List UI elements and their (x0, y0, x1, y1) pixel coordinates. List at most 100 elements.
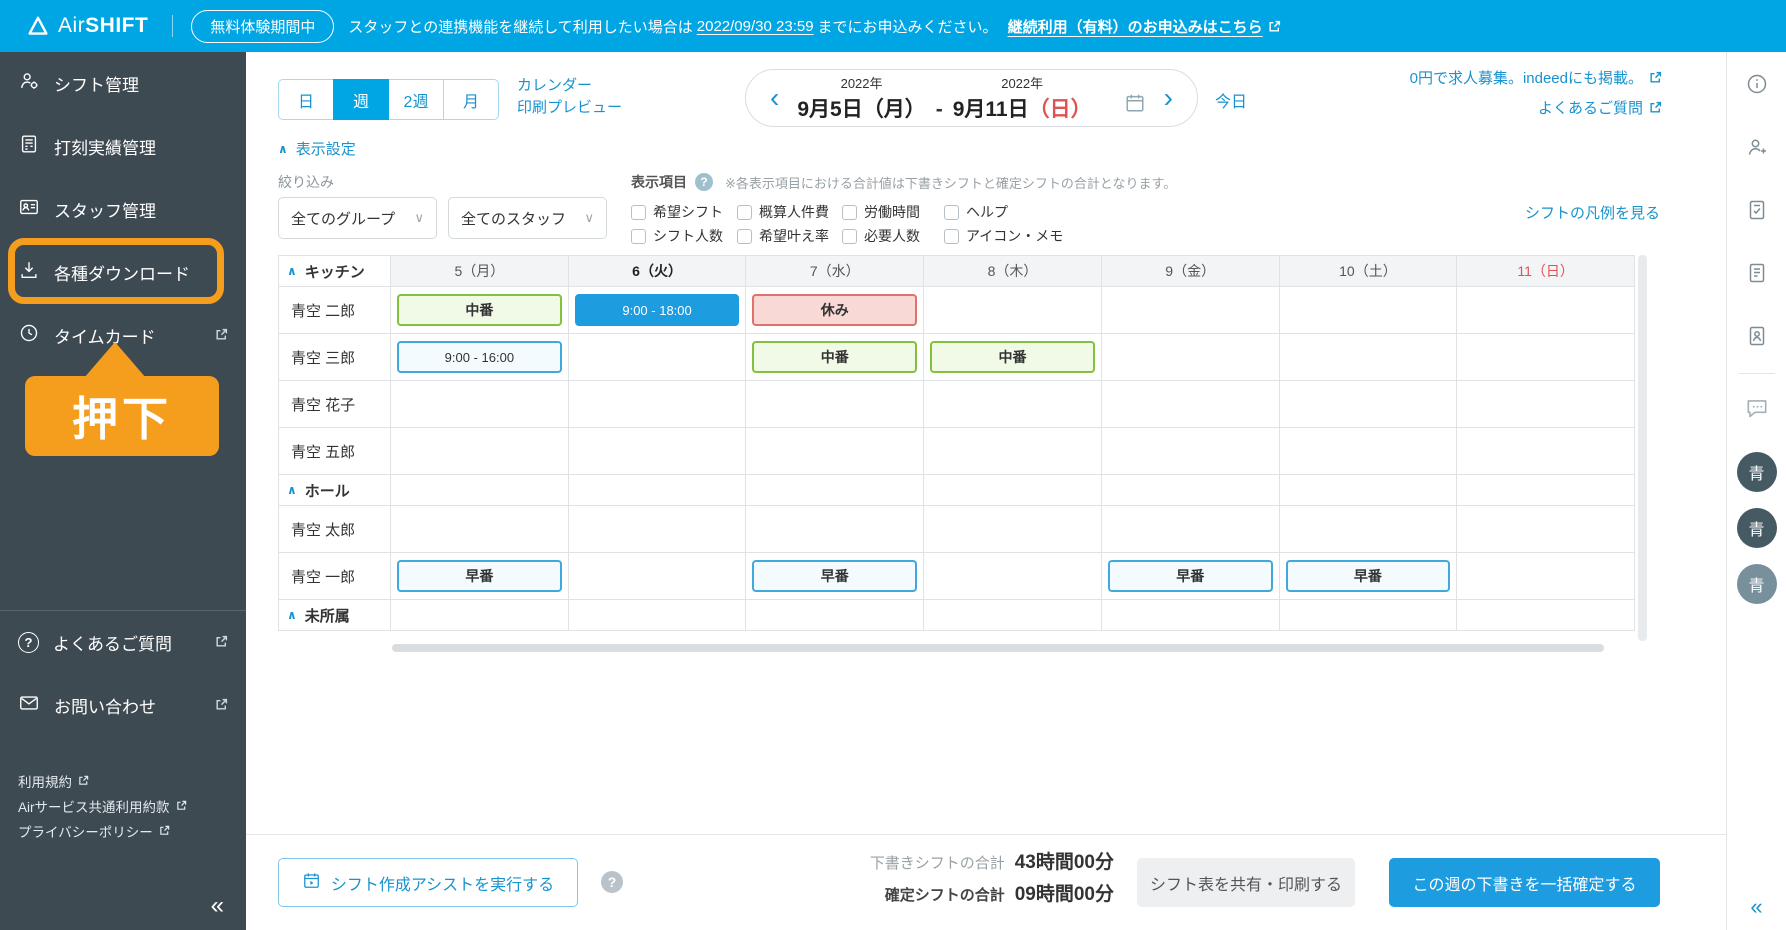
sidebar-collapse-button[interactable]: « (211, 892, 224, 920)
checkbox-box[interactable] (737, 205, 752, 220)
next-week-button[interactable]: › (1160, 84, 1177, 112)
shift-chip[interactable]: 中番 (397, 294, 562, 326)
air-terms-link[interactable]: Airサービス共通利用約款 (18, 793, 187, 818)
group-toggle[interactable]: ∧未所属 (279, 600, 391, 631)
shift-chip[interactable]: 中番 (930, 341, 1095, 373)
shift-chip[interactable]: 早番 (752, 560, 917, 592)
checkbox-box[interactable] (737, 229, 752, 244)
checkbox-box[interactable] (842, 205, 857, 220)
group-toggle[interactable]: ∧ホール (279, 475, 391, 506)
shift-staff-icon[interactable] (1727, 304, 1786, 367)
shift-cell[interactable]: 中番 (391, 287, 569, 334)
shift-chip[interactable]: 早番 (1108, 560, 1273, 592)
shift-cell[interactable] (746, 428, 924, 475)
airshift-logo[interactable]: AirSHIFT (26, 14, 148, 38)
shift-assist-button[interactable]: シフト作成アシストを実行する (278, 858, 578, 907)
shift-cell[interactable] (1102, 334, 1280, 381)
display-item-checkbox[interactable]: 労働時間 (842, 200, 944, 224)
display-item-checkbox[interactable]: 希望叶え率 (737, 224, 842, 248)
group-toggle[interactable]: ∧キッチン (279, 256, 391, 287)
shift-check-icon[interactable] (1727, 178, 1786, 241)
group-select[interactable]: 全てのグループ ∨ (278, 197, 437, 239)
shift-cell[interactable] (391, 428, 569, 475)
shift-cell[interactable]: 早番 (391, 553, 569, 600)
shift-cell[interactable] (924, 381, 1102, 428)
shift-chip[interactable]: 9:00 - 18:00 (575, 294, 740, 326)
checkbox-box[interactable] (631, 229, 646, 244)
checkbox-box[interactable] (944, 205, 959, 220)
sidebar-item-shift-management[interactable]: シフト管理 (0, 52, 246, 115)
view-button-0[interactable]: 日 (278, 79, 334, 120)
comment-icon[interactable] (1727, 380, 1786, 436)
vertical-scrollbar[interactable] (1638, 255, 1647, 641)
shift-cell[interactable] (1457, 506, 1635, 553)
help-question-icon[interactable]: ? (601, 871, 623, 893)
shift-cell[interactable] (391, 506, 569, 553)
paid-signup-link[interactable]: 継続利用（有料）のお申込みはこちら (1008, 16, 1281, 37)
sidebar-item-contact[interactable]: お問い合わせ (0, 674, 246, 737)
job-posting-link[interactable]: 0円で求人募集。indeedにも掲載。 (1410, 62, 1662, 92)
shift-cell[interactable] (1280, 428, 1458, 475)
shift-cell[interactable]: 中番 (924, 334, 1102, 381)
shift-cell[interactable] (569, 506, 747, 553)
staff-avatar[interactable]: 青 (1737, 564, 1777, 604)
shift-cell[interactable] (924, 287, 1102, 334)
shift-cell[interactable] (924, 428, 1102, 475)
shift-cell[interactable] (1457, 428, 1635, 475)
shift-chip[interactable]: 早番 (397, 560, 562, 592)
shift-cell[interactable] (1102, 506, 1280, 553)
view-button-3[interactable]: 月 (443, 79, 499, 120)
shift-cell[interactable] (569, 381, 747, 428)
faq-top-link[interactable]: よくあるご質問 (1410, 92, 1662, 122)
shift-chip[interactable]: 中番 (752, 341, 917, 373)
calendar-print-preview-link[interactable]: カレンダー 印刷プレビュー (517, 75, 622, 119)
shift-cell[interactable] (924, 506, 1102, 553)
shift-cell[interactable]: 中番 (746, 334, 924, 381)
staff-avatar[interactable]: 青 (1737, 508, 1777, 548)
shift-cell[interactable] (569, 553, 747, 600)
display-item-checkbox[interactable]: アイコン・メモ (944, 224, 1073, 248)
shift-cell[interactable]: 早番 (1102, 553, 1280, 600)
shift-cell[interactable] (1280, 287, 1458, 334)
shift-cell[interactable] (1457, 553, 1635, 600)
shift-cell[interactable] (1280, 334, 1458, 381)
sidebar-item-staff-management[interactable]: スタッフ管理 (0, 178, 246, 241)
shift-cell[interactable] (1280, 506, 1458, 553)
help-question-icon[interactable]: ? (695, 173, 713, 191)
info-icon[interactable] (1727, 52, 1786, 115)
display-item-checkbox[interactable]: 希望シフト (631, 200, 737, 224)
shift-cell[interactable] (1457, 334, 1635, 381)
terms-link[interactable]: 利用規約 (18, 768, 187, 793)
confirm-week-button[interactable]: この週の下書きを一括確定する (1389, 858, 1660, 907)
shift-legend-link[interactable]: シフトの凡例を見る (1525, 202, 1660, 223)
staff-select[interactable]: 全てのスタッフ ∨ (448, 197, 607, 239)
shift-cell[interactable] (1457, 287, 1635, 334)
shift-cell[interactable]: 9:00 - 18:00 (569, 287, 747, 334)
shift-cell[interactable] (1102, 428, 1280, 475)
shift-cell[interactable]: 早番 (1280, 553, 1458, 600)
checkbox-box[interactable] (944, 229, 959, 244)
shift-cell[interactable]: 休み (746, 287, 924, 334)
shift-request-icon[interactable] (1727, 241, 1786, 304)
right-toolbar-collapse-button[interactable]: « (1727, 894, 1786, 920)
shift-cell[interactable] (1280, 381, 1458, 428)
shift-cell[interactable] (391, 381, 569, 428)
sidebar-item-faq[interactable]: ? よくあるご質問 (0, 611, 246, 674)
today-link[interactable]: 今日 (1215, 88, 1247, 112)
display-item-checkbox[interactable]: ヘルプ (944, 200, 1073, 224)
prev-week-button[interactable]: ‹ (766, 84, 783, 112)
sidebar-item-downloads[interactable]: 各種ダウンロード (0, 241, 246, 304)
view-button-1[interactable]: 週 (333, 79, 389, 120)
display-item-checkbox[interactable]: 必要人数 (842, 224, 944, 248)
shift-cell[interactable]: 9:00 - 16:00 (391, 334, 569, 381)
shift-cell[interactable] (746, 381, 924, 428)
shift-cell[interactable] (1102, 381, 1280, 428)
shift-cell[interactable] (569, 334, 747, 381)
shift-cell[interactable] (1102, 287, 1280, 334)
add-staff-icon[interactable] (1727, 115, 1786, 178)
shift-cell[interactable] (746, 506, 924, 553)
view-button-2[interactable]: 2週 (388, 79, 444, 120)
shift-chip[interactable]: 早番 (1286, 560, 1451, 592)
shift-chip[interactable]: 9:00 - 16:00 (397, 341, 562, 373)
staff-avatar[interactable]: 青 (1737, 452, 1777, 492)
